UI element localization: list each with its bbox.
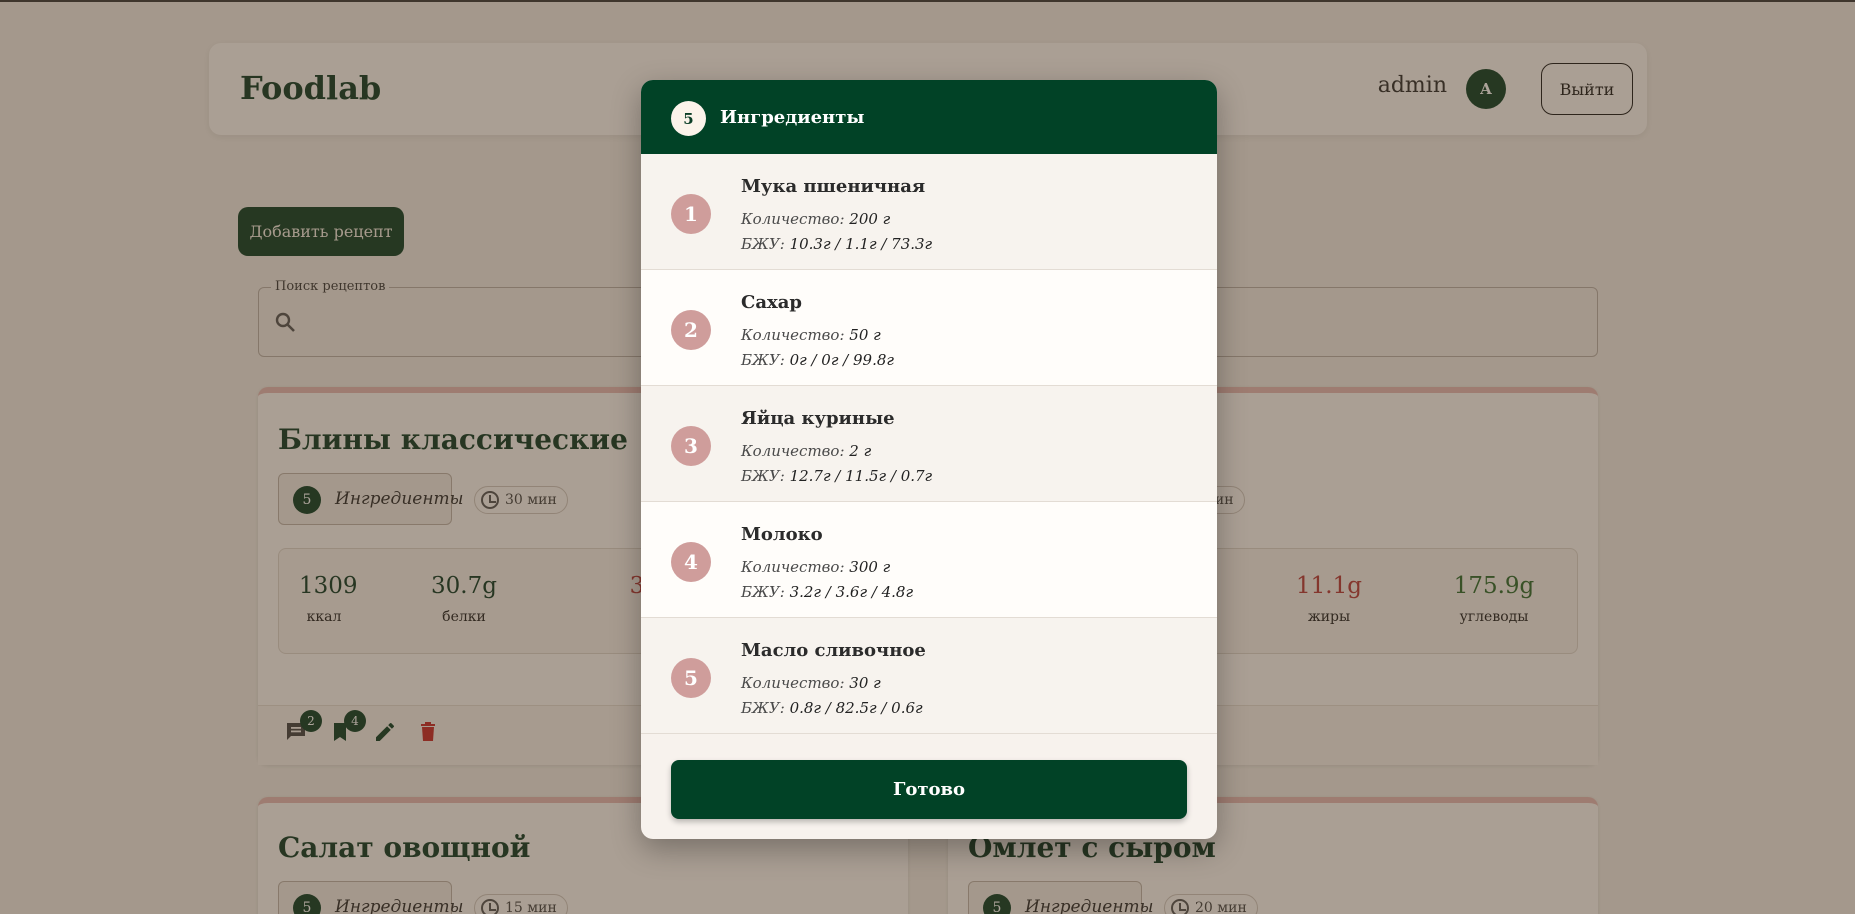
ingredient-row: 2 Сахар Количество: 50 г БЖУ: 0г / 0г / … <box>641 270 1217 386</box>
ingredient-quantity: Количество: 2 г <box>741 442 872 460</box>
ingredient-row: 5 Масло сливочное Количество: 30 г БЖУ: … <box>641 618 1217 734</box>
ingredient-name: Яйца куриные <box>741 408 895 429</box>
ingredient-bju: БЖУ: 0г / 0г / 99.8г <box>741 351 894 369</box>
ingredient-name: Сахар <box>741 292 802 313</box>
ingredient-number: 3 <box>671 426 711 466</box>
done-button[interactable]: Готово <box>671 760 1187 819</box>
modal-ingredients-count: 5 <box>671 101 706 136</box>
modal-title: Ингредиенты <box>720 107 865 128</box>
ingredient-number: 5 <box>671 658 711 698</box>
ingredient-quantity: Количество: 300 г <box>741 558 891 576</box>
ingredient-quantity: Количество: 30 г <box>741 674 881 692</box>
ingredients-list[interactable]: 1 Мука пшеничная Количество: 200 г БЖУ: … <box>641 154 1217 735</box>
ingredient-name: Масло сливочное <box>741 640 926 661</box>
modal-header: 5 Ингредиенты <box>641 80 1217 154</box>
ingredient-row: 1 Мука пшеничная Количество: 200 г БЖУ: … <box>641 154 1217 270</box>
ingredient-bju: БЖУ: 10.3г / 1.1г / 73.3г <box>741 235 933 253</box>
ingredient-number: 4 <box>671 542 711 582</box>
ingredient-number: 2 <box>671 310 711 350</box>
ingredient-number: 1 <box>671 194 711 234</box>
ingredient-bju: БЖУ: 3.2г / 3.6г / 4.8г <box>741 583 914 601</box>
ingredient-row: 3 Яйца куриные Количество: 2 г БЖУ: 12.7… <box>641 386 1217 502</box>
ingredient-row: 4 Молоко Количество: 300 г БЖУ: 3.2г / 3… <box>641 502 1217 618</box>
ingredient-name: Молоко <box>741 524 823 545</box>
ingredient-name: Мука пшеничная <box>741 176 926 197</box>
ingredient-bju: БЖУ: 0.8г / 82.5г / 0.6г <box>741 699 923 717</box>
ingredients-modal: 5 Ингредиенты 1 Мука пшеничная Количеств… <box>641 80 1217 839</box>
ingredient-bju: БЖУ: 12.7г / 11.5г / 0.7г <box>741 467 933 485</box>
ingredient-quantity: Количество: 50 г <box>741 326 881 344</box>
ingredient-quantity: Количество: 200 г <box>741 210 891 228</box>
